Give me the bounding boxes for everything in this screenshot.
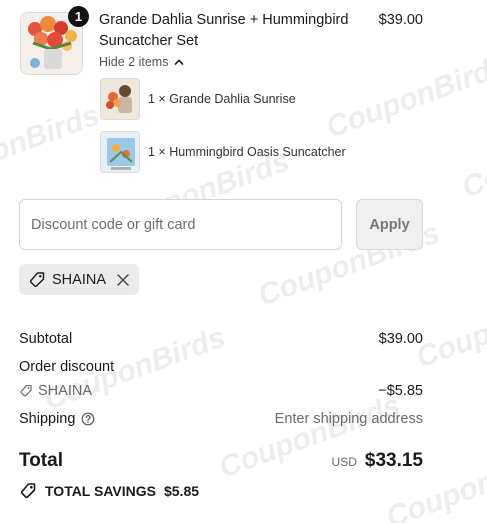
product-title: Grande Dahlia Sunrise + Hummingbird Sunc… — [99, 12, 349, 49]
watermark: CouponBirds — [0, 98, 104, 195]
applied-discount-chip: SHAINA — [19, 264, 139, 295]
discount-code-detail: SHAINA — [19, 383, 92, 399]
tag-icon — [20, 483, 36, 499]
question-circle-icon[interactable] — [81, 412, 95, 426]
applied-discount-code: SHAINA — [52, 271, 106, 288]
currency-code: USD — [331, 455, 357, 469]
watermark: CouponBirds — [411, 278, 487, 375]
subtotal-label: Subtotal — [19, 331, 73, 347]
suncatcher-image — [101, 132, 139, 172]
total-label: Total — [19, 450, 63, 471]
tag-icon — [20, 384, 32, 397]
person-with-flowers-image — [101, 79, 139, 119]
shipping-row: Shipping Enter shipping address — [19, 411, 423, 427]
subtotal-value: $39.00 — [378, 331, 423, 347]
discount-code-input[interactable] — [19, 199, 342, 250]
product-price: $39.00 — [378, 12, 423, 28]
order-discount-row: Order discount — [19, 359, 423, 375]
bundle-item-label: 1 × Grande Dahlia Sunrise — [148, 92, 296, 106]
bundle-item-thumbnail — [100, 78, 140, 120]
tag-icon — [29, 271, 45, 287]
total-row: Total USD $33.15 — [19, 450, 423, 472]
order-discount-label: Order discount — [19, 359, 115, 375]
bundle-item: 1 × Hummingbird Oasis Suncatcher — [100, 131, 430, 173]
bundle-item-thumbnail — [100, 131, 140, 173]
discount-code-row: SHAINA −$5.85 — [19, 383, 423, 399]
total-savings-value: $5.85 — [163, 483, 200, 499]
total-savings-label: TOTAL SAVINGS — [45, 483, 156, 499]
hide-items-label: Hide 2 items — [99, 55, 169, 69]
total-value-group: USD $33.15 — [332, 450, 423, 472]
total-savings: TOTAL SAVINGS $5.85 — [19, 482, 199, 500]
shipping-value: Enter shipping address — [274, 411, 423, 427]
watermark: CouponBirds — [457, 108, 487, 205]
chevron-up-icon — [175, 59, 184, 65]
discount-code-name: SHAINA — [38, 383, 92, 399]
total-amount: $33.15 — [364, 450, 423, 471]
apply-discount-button[interactable]: Apply — [356, 199, 423, 250]
shipping-label: Shipping — [19, 411, 76, 427]
hide-items-toggle[interactable]: Hide 2 items — [99, 55, 184, 69]
bundle-item: 1 × Grande Dahlia Sunrise — [100, 78, 430, 120]
shipping-label-group: Shipping — [19, 411, 95, 427]
bundle-item-label: 1 × Hummingbird Oasis Suncatcher — [148, 145, 346, 159]
discount-amount: −$5.85 — [378, 383, 423, 399]
subtotal-row: Subtotal $39.00 — [19, 331, 423, 347]
close-icon[interactable] — [116, 273, 130, 287]
quantity-badge: 1 — [68, 6, 89, 27]
